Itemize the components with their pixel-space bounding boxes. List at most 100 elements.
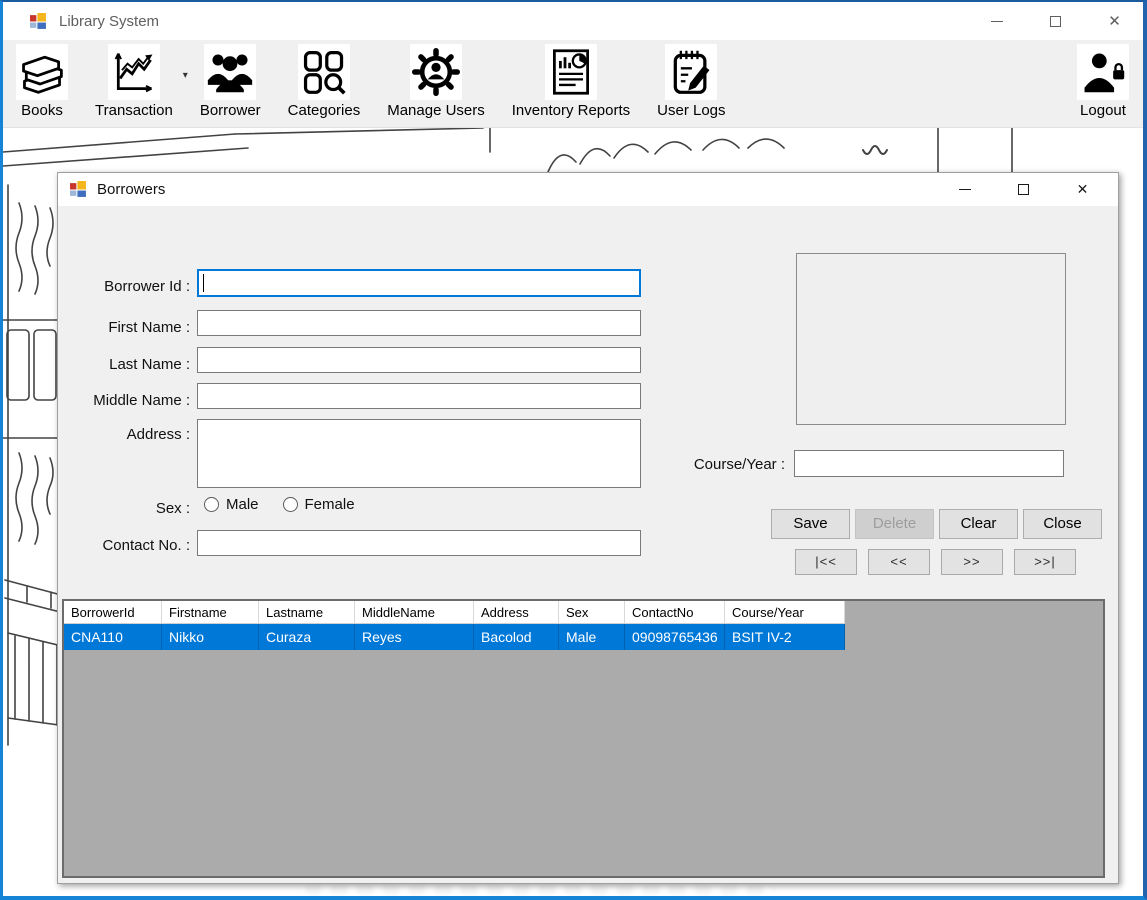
toolbar-label: Manage Users <box>387 102 485 119</box>
address-input[interactable] <box>197 419 641 488</box>
toolbar-item-logout[interactable]: Logout <box>1077 44 1129 119</box>
borrower-id-label: Borrower Id : <box>58 274 190 300</box>
borrower-id-input[interactable] <box>197 269 641 297</box>
transaction-chart-icon <box>108 44 160 100</box>
toolbar-item-user-logs[interactable]: User Logs <box>657 44 725 119</box>
books-icon <box>16 44 68 100</box>
minimize-icon <box>959 189 971 190</box>
sex-radio-female[interactable]: Female <box>283 496 355 513</box>
sex-label: Sex : <box>58 496 190 522</box>
column-header[interactable]: Lastname <box>259 601 355 623</box>
close-button[interactable]: ✕ <box>1092 2 1137 40</box>
cell-contact-no: 09098765436 <box>625 624 725 650</box>
close-icon: ✕ <box>1077 181 1089 198</box>
close-form-button[interactable]: Close <box>1023 509 1102 539</box>
delete-button: Delete <box>855 509 934 539</box>
cell-firstname: Nikko <box>162 624 259 650</box>
toolbar-item-books[interactable]: Books <box>16 44 68 119</box>
toolbar-label: User Logs <box>657 102 725 119</box>
cell-course-year: BSIT IV-2 <box>725 624 845 650</box>
last-name-input[interactable] <box>197 347 641 373</box>
manage-users-gear-icon <box>410 44 462 100</box>
course-year-input[interactable] <box>794 450 1064 477</box>
first-name-input[interactable] <box>197 310 641 336</box>
logout-person-lock-icon <box>1077 44 1129 100</box>
main-toolbar: Books Transaction ▾ <box>3 40 1143 128</box>
toolbar-label: Categories <box>288 102 361 119</box>
course-year-label: Course/Year : <box>658 452 785 478</box>
cell-middlename: Reyes <box>355 624 474 650</box>
toolbar-item-manage-users[interactable]: Manage Users <box>387 44 485 119</box>
minimize-button[interactable] <box>974 2 1019 40</box>
nav-previous-button[interactable]: << <box>868 549 930 575</box>
column-header[interactable]: MiddleName <box>355 601 474 623</box>
sex-radio-group: Male Female <box>204 496 355 513</box>
sex-radio-male[interactable]: Male <box>204 496 259 513</box>
categories-grid-icon <box>298 44 350 100</box>
maximize-icon <box>1050 16 1061 27</box>
toolbar-item-borrower[interactable]: Borrower <box>200 44 261 119</box>
inventory-reports-icon <box>545 44 597 100</box>
address-label: Address : <box>58 422 190 448</box>
first-name-label: First Name : <box>58 315 190 341</box>
window-title: Library System <box>59 13 159 30</box>
contact-no-input[interactable] <box>197 530 641 556</box>
radio-icon <box>283 497 298 512</box>
radio-icon <box>204 497 219 512</box>
clear-button[interactable]: Clear <box>939 509 1018 539</box>
grid-header-row: BorrowerId Firstname Lastname MiddleName… <box>64 601 845 624</box>
mdi-workspace: Borrowers ✕ Borrower Id : First Name : L… <box>3 128 1143 896</box>
middle-name-input[interactable] <box>197 383 641 409</box>
table-row[interactable]: CNA110 Nikko Curaza Reyes Bacolod Male 0… <box>64 624 845 650</box>
column-header[interactable]: Address <box>474 601 559 623</box>
text-caret <box>203 274 204 292</box>
user-logs-icon <box>665 44 717 100</box>
female-radio-label: Female <box>305 496 355 513</box>
toolbar-label: Borrower <box>200 102 261 119</box>
column-header[interactable]: Firstname <box>162 601 259 623</box>
borrowers-window: Borrowers ✕ Borrower Id : First Name : L… <box>57 172 1119 884</box>
column-header[interactable]: Sex <box>559 601 625 623</box>
toolbar-label: Transaction <box>95 102 173 119</box>
borrowers-data-grid: BorrowerId Firstname Lastname MiddleName… <box>62 599 1105 878</box>
toolbar-item-transaction[interactable]: Transaction ▾ <box>95 44 173 119</box>
form-icon <box>70 181 87 198</box>
toolbar-label: Logout <box>1080 102 1126 119</box>
maximize-button[interactable] <box>1033 2 1078 40</box>
nav-next-button[interactable]: >> <box>941 549 1003 575</box>
toolbar-label: Books <box>21 102 63 119</box>
toolbar-item-categories[interactable]: Categories <box>288 44 361 119</box>
male-radio-label: Male <box>226 496 259 513</box>
borrowers-maximize-button[interactable] <box>994 173 1053 206</box>
cell-address: Bacolod <box>474 624 559 650</box>
nav-last-button[interactable]: >>| <box>1014 549 1076 575</box>
close-icon: ✕ <box>1108 12 1121 30</box>
cell-lastname: Curaza <box>259 624 355 650</box>
app-icon <box>30 13 47 30</box>
borrower-people-icon <box>204 44 256 100</box>
toolbar-item-inventory-reports[interactable]: Inventory Reports <box>512 44 630 119</box>
maximize-icon <box>1018 184 1029 195</box>
borrowers-close-button[interactable]: ✕ <box>1053 173 1112 206</box>
column-header[interactable]: Course/Year <box>725 601 845 623</box>
borrowers-client-area: Borrower Id : First Name : Last Name : M… <box>58 206 1118 883</box>
cell-borrower-id: CNA110 <box>64 624 162 650</box>
dropdown-arrow-icon[interactable]: ▾ <box>183 70 188 81</box>
column-header[interactable]: ContactNo <box>625 601 725 623</box>
minimize-icon <box>991 21 1003 22</box>
borrowers-titlebar[interactable]: Borrowers ✕ <box>58 173 1118 206</box>
main-titlebar[interactable]: Library System ✕ <box>3 2 1143 40</box>
borrowers-window-title: Borrowers <box>97 181 165 198</box>
contact-no-label: Contact No. : <box>58 533 190 559</box>
background-sketch-caption <box>305 885 775 894</box>
last-name-label: Last Name : <box>58 352 190 378</box>
cell-sex: Male <box>559 624 625 650</box>
middle-name-label: Middle Name : <box>58 388 190 414</box>
toolbar-label: Inventory Reports <box>512 102 630 119</box>
library-system-window: Library System ✕ Books <box>0 0 1147 900</box>
column-header[interactable]: BorrowerId <box>64 601 162 623</box>
save-button[interactable]: Save <box>771 509 850 539</box>
nav-first-button[interactable]: |<< <box>795 549 857 575</box>
borrower-photo-box <box>796 253 1066 425</box>
borrowers-minimize-button[interactable] <box>935 173 994 206</box>
